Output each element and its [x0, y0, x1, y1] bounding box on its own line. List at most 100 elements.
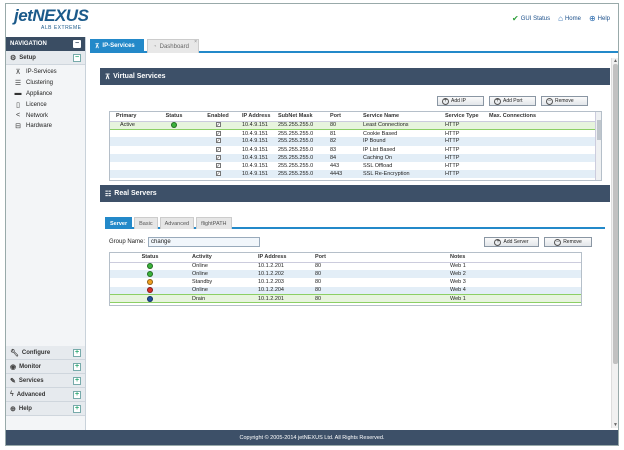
enabled-checkbox[interactable]: ✓ — [215, 163, 221, 169]
column-header[interactable]: Service Type — [443, 112, 487, 122]
column-header[interactable]: Port — [313, 253, 448, 263]
table-row[interactable]: ✓ 10.4.9.151 255.255.255.0 81 Cookie Based HT… — [110, 129, 601, 137]
enabled-checkbox[interactable]: ✓ — [215, 146, 221, 152]
expand-toggle[interactable]: + — [73, 376, 81, 385]
table-cell: 10.4.9.151 — [240, 170, 276, 179]
tab-flightpath[interactable]: flightPATH — [196, 217, 232, 229]
table-cell: Online — [190, 270, 256, 279]
table-row[interactable]: ✓ 10.4.9.151 255.255.255.0 443 SSL Offload HT… — [110, 162, 601, 170]
nav-section-label: Configure — [21, 349, 51, 356]
nav-section-help[interactable]: ⊕ Help + — [6, 402, 85, 416]
share-icon: < — [15, 112, 21, 120]
real-servers-toolbar: + Add Server − Remove — [484, 237, 592, 247]
tab-advanced[interactable]: Advanced — [159, 217, 195, 229]
column-header[interactable]: Primary — [110, 112, 152, 122]
column-header[interactable]: Max. Connections — [487, 112, 601, 122]
table-row[interactable]: Standby 10.1.2.203 80 Web 3 — [110, 278, 581, 286]
add-ip-button[interactable]: + Add IP — [437, 96, 484, 106]
remove-service-button[interactable]: − Remove — [541, 96, 588, 106]
column-header[interactable]: Status — [152, 112, 196, 122]
table-row[interactable]: ✓ 10.4.9.151 255.255.255.0 4443 SSL Re-Encry… — [110, 170, 601, 179]
group-name-input[interactable] — [148, 237, 261, 247]
button-label: Remove — [555, 98, 574, 104]
table-cell: 10.1.2.202 — [256, 270, 313, 279]
virtual-services-header: ⊼ Virtual Services — [100, 68, 610, 85]
table-scrollbar[interactable] — [595, 112, 601, 180]
nav-section-services[interactable]: ✎ Services + — [6, 374, 85, 388]
enabled-checkbox[interactable]: ✓ — [215, 122, 221, 128]
plus-icon: + — [442, 97, 449, 105]
column-header[interactable]: IP Address — [240, 112, 276, 122]
section-title: Virtual Services — [113, 73, 166, 80]
real-servers-table: Status Activity IP Address Port Notes On… — [109, 252, 582, 306]
nav-item-label: IP-Services — [26, 69, 57, 76]
table-row[interactable]: Drain 10.1.2.201 80 Web 1 — [110, 294, 581, 304]
tab-dashboard[interactable]: ◔ Dashboard × — [147, 39, 199, 53]
table-row[interactable]: ✓ 10.4.9.151 255.255.255.0 83 IP List Based H… — [110, 146, 601, 154]
table-cell: Web 1 — [450, 263, 466, 270]
close-tab-icon[interactable]: × — [194, 39, 197, 45]
expand-toggle[interactable]: + — [73, 362, 81, 371]
table-cell: 10.1.2.203 — [258, 279, 284, 286]
enabled-checkbox[interactable]: ✓ — [215, 154, 221, 160]
table-row[interactable]: ✓ 10.4.9.151 255.255.255.0 82 IP Bound HTTP — [110, 137, 601, 146]
column-header[interactable]: Notes — [448, 253, 581, 263]
column-header[interactable]: Service Name — [361, 112, 443, 122]
nav-section-configure[interactable]: 🔧︎ Configure + — [6, 346, 85, 360]
column-header[interactable]: SubNet Mask — [276, 112, 328, 122]
logo-subtitle: ALB EXTREME — [41, 25, 82, 31]
table-cell: 80 — [315, 263, 322, 270]
jetnexus-logo[interactable]: jetNEXUS ALB EXTREME — [14, 6, 92, 32]
home-link[interactable]: ⌂ Home — [558, 14, 581, 23]
nav-item-hardware[interactable]: ⊟ Hardware — [14, 121, 85, 132]
enabled-checkbox[interactable]: ✓ — [215, 138, 221, 144]
table-cell: ✓ — [196, 153, 240, 162]
remove-server-button[interactable]: − Remove — [544, 237, 592, 247]
scroll-down-icon[interactable]: ▼ — [612, 422, 618, 428]
nav-item-network[interactable]: < Network — [14, 110, 85, 121]
table-cell: 10.4.9.151 — [242, 146, 268, 153]
nav-item-ip-services[interactable]: ⊼ IP-Services — [14, 67, 85, 78]
collapse-navigation-button[interactable]: − — [73, 40, 81, 48]
table-row[interactable]: Active ✓ 10.4.9.151 255.255.255.0 80 Least Co… — [110, 120, 601, 130]
column-header[interactable]: Status — [110, 253, 190, 263]
table-cell — [110, 137, 152, 146]
add-server-button[interactable]: + Add Server — [484, 237, 539, 247]
table-cell: Caching On — [361, 153, 443, 162]
plus-icon: + — [494, 97, 501, 105]
help-link[interactable]: ⊕ Help — [589, 14, 610, 23]
table-cell: SSL Re-Encryption — [361, 170, 443, 179]
expand-toggle[interactable]: + — [73, 404, 81, 413]
scrollbar-thumb[interactable] — [613, 64, 618, 364]
nav-section-setup[interactable]: ⚙ Setup − — [6, 51, 85, 65]
table-cell: 10.4.9.151 — [240, 153, 276, 162]
table-row[interactable]: ✓ 10.4.9.151 255.255.255.0 84 Caching On HTTP — [110, 153, 601, 162]
nav-item-licence[interactable]: ▯ Licence — [14, 99, 85, 110]
table-row[interactable]: Online 10.1.2.201 80 Web 1 — [110, 262, 581, 270]
nav-item-clustering[interactable]: ☰ Clustering — [14, 78, 85, 89]
nav-item-appliance[interactable]: ▬ Appliance — [14, 89, 85, 100]
column-header[interactable]: Enabled — [196, 112, 240, 122]
column-header[interactable]: IP Address — [256, 253, 313, 263]
gui-status-link[interactable]: ✔ GUI Status — [512, 14, 550, 23]
appliance-icon: ▬ — [14, 90, 22, 98]
scrollbar-thumb[interactable] — [597, 120, 601, 140]
collapse-toggle[interactable]: − — [73, 53, 81, 62]
nav-section-monitor[interactable]: ◉ Monitor + — [6, 360, 85, 374]
tab-ip-services[interactable]: ⊼ IP-Services — [90, 39, 144, 53]
table-row[interactable]: Online 10.1.2.204 80 Web 4 — [110, 286, 581, 295]
table-row[interactable]: Online 10.1.2.202 80 Web 2 — [110, 270, 581, 279]
tab-server[interactable]: Server — [105, 217, 133, 229]
expand-toggle[interactable]: + — [73, 348, 81, 357]
enabled-checkbox[interactable]: ✓ — [215, 130, 221, 136]
navigation-title: NAVIGATION — [10, 41, 47, 47]
page-scrollbar[interactable]: ▲ ▼ — [611, 58, 618, 428]
nav-section-advanced[interactable]: ϟ Advanced + — [6, 388, 85, 402]
column-header[interactable]: Port — [328, 112, 361, 122]
plus-icon: + — [494, 238, 502, 246]
tab-basic[interactable]: Basic — [134, 217, 158, 229]
enabled-checkbox[interactable]: ✓ — [215, 171, 221, 177]
column-header[interactable]: Activity — [190, 253, 256, 263]
add-port-button[interactable]: + Add Port — [489, 96, 536, 106]
expand-toggle[interactable]: + — [73, 390, 81, 399]
